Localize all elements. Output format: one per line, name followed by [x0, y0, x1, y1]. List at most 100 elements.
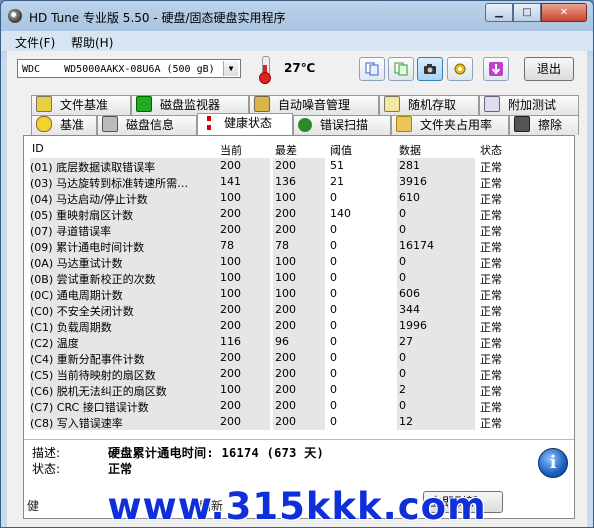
exit-button[interactable]: 退出: [524, 57, 574, 81]
col-header-current[interactable]: 当前: [220, 142, 242, 158]
row-status: 正常: [480, 337, 502, 350]
client-area: WDC WD5000AAKX-08U6A (500 gB) ▼ 27℃ 退出 文…: [7, 51, 587, 527]
row-threshold: 0: [330, 255, 337, 268]
row-threshold: 0: [330, 319, 337, 332]
tab-error-scan[interactable]: 错误扫描: [293, 115, 391, 135]
row-current: 200: [220, 367, 241, 380]
table-row[interactable]: (C0) 不安全关闭计数 200 200 0 344 正常: [24, 302, 574, 318]
tab-erase[interactable]: 擦除: [509, 115, 579, 135]
row-current: 100: [220, 287, 241, 300]
screenshot-button[interactable]: [417, 57, 443, 81]
chevron-down-icon[interactable]: ▼: [223, 61, 238, 76]
table-row[interactable]: (0B) 尝试重新校正的次数 100 100 0 0 正常: [24, 270, 574, 286]
table-row[interactable]: (C7) CRC 接口错误计数 200 200 0 0 正常: [24, 398, 574, 414]
tab-disk-info[interactable]: 磁盘信息: [97, 115, 197, 135]
row-id: (C4) 重新分配事件计数: [30, 353, 145, 366]
table-row[interactable]: (07) 寻道错误率 200 200 0 0 正常: [24, 222, 574, 238]
row-current: 141: [220, 175, 241, 188]
main-window: HD Tune 专业版 5.50 - 硬盘/固态硬盘实用程序 ▁ □ ✕ 文件(…: [0, 0, 594, 528]
row-threshold: 0: [330, 271, 337, 284]
row-status: 正常: [480, 305, 502, 318]
row-threshold: 21: [330, 175, 344, 188]
row-threshold: 0: [330, 223, 337, 236]
tab-aam[interactable]: 自动噪音管理: [249, 95, 379, 115]
table-row[interactable]: (01) 底层数据读取错误率 200 200 51 281 正常: [24, 158, 574, 174]
row-data: 0: [399, 207, 406, 220]
row-data: 610: [399, 191, 420, 204]
row-current: 200: [220, 159, 241, 172]
row-data: 2: [399, 383, 406, 396]
table-row[interactable]: (C2) 温度 116 96 0 27 正常: [24, 334, 574, 350]
row-current: 100: [220, 191, 241, 204]
table-row[interactable]: (C4) 重新分配事件计数 200 200 0 0 正常: [24, 350, 574, 366]
save-button[interactable]: [483, 57, 509, 81]
row-worst: 200: [275, 367, 296, 380]
row-status: 正常: [480, 273, 502, 286]
search-icon: [298, 118, 312, 132]
row-threshold: 0: [330, 303, 337, 316]
table-row[interactable]: (C5) 当前待映射的扇区数 200 200 0 0 正常: [24, 366, 574, 382]
minimize-button[interactable]: ▁: [485, 3, 513, 22]
copy-icon: [365, 62, 379, 76]
smart-table: ID 当前 最差 阈值 数据 状态 (01) 底层数据读取错误率 200 200 51…: [24, 136, 574, 440]
drive-select[interactable]: WDC WD5000AAKX-08U6A (500 gB) ▼: [17, 59, 241, 78]
row-worst: 100: [275, 287, 296, 300]
table-row[interactable]: (C6) 脱机无法纠正的扇区数 100 200 0 2 正常: [24, 382, 574, 398]
row-id: (C1) 负载周期数: [30, 321, 112, 334]
camera-icon: [424, 64, 436, 74]
row-current: 200: [220, 303, 241, 316]
tab-benchmark[interactable]: 基准: [31, 115, 97, 135]
tab-folder-usage[interactable]: 文件夹占用率: [391, 115, 509, 135]
row-status: 正常: [480, 241, 502, 254]
options-button[interactable]: [447, 57, 473, 81]
row-threshold: 0: [330, 367, 337, 380]
folder-icon: [396, 116, 412, 132]
row-data: 1996: [399, 319, 427, 332]
red-cross-icon: [202, 116, 216, 130]
row-threshold: 0: [330, 351, 337, 364]
row-worst: 200: [275, 207, 296, 220]
tab-extra-tests[interactable]: 附加测试: [479, 95, 579, 115]
table-row[interactable]: (0C) 通电周期计数 100 100 0 606 正常: [24, 286, 574, 302]
row-current: 200: [220, 207, 241, 220]
tab-disk-monitor[interactable]: 磁盘监视器: [131, 95, 249, 115]
table-row[interactable]: (0A) 马达重试计数 100 100 0 0 正常: [24, 254, 574, 270]
row-data: 344: [399, 303, 420, 316]
row-id: (C8) 写入错误速率: [30, 417, 123, 430]
row-data: 0: [399, 223, 406, 236]
copy-info-button[interactable]: [359, 57, 385, 81]
tab-health[interactable]: 健康状态: [197, 113, 293, 135]
random-access-icon: [384, 96, 400, 112]
table-row[interactable]: (09) 累计通电时间计数 78 78 0 16174 正常: [24, 238, 574, 254]
row-threshold: 0: [330, 335, 337, 348]
menu-help[interactable]: 帮助(H): [71, 34, 113, 51]
tab-file-benchmark[interactable]: 文件基准: [31, 95, 131, 115]
table-row[interactable]: (05) 重映射扇区计数 200 200 140 0 正常: [24, 206, 574, 222]
copy-all-button[interactable]: [388, 57, 414, 81]
col-header-id[interactable]: ID: [32, 142, 44, 155]
row-threshold: 0: [330, 191, 337, 204]
row-cell-shade: [397, 254, 475, 270]
row-worst: 200: [275, 223, 296, 236]
hd-tune-app-icon: [8, 9, 22, 23]
maximize-button[interactable]: □: [513, 3, 541, 22]
trash-icon: [514, 116, 530, 132]
info-icon[interactable]: i: [538, 448, 568, 478]
col-header-data[interactable]: 数据: [399, 142, 421, 158]
col-header-threshold[interactable]: 阈值: [330, 142, 352, 158]
col-header-worst[interactable]: 最差: [275, 142, 297, 158]
table-row[interactable]: (C8) 写入错误速率 200 200 0 12 正常: [24, 414, 574, 430]
table-row[interactable]: (C1) 负载周期数 200 200 0 1996 正常: [24, 318, 574, 334]
close-button[interactable]: ✕: [541, 3, 587, 22]
table-row[interactable]: (04) 马达启动/停止计数 100 100 0 610 正常: [24, 190, 574, 206]
row-status: 正常: [480, 193, 502, 206]
row-status: 正常: [480, 177, 502, 190]
menu-file[interactable]: 文件(F): [15, 34, 55, 51]
tab-random-access[interactable]: 随机存取: [379, 95, 479, 115]
row-data: 0: [399, 255, 406, 268]
col-header-status[interactable]: 状态: [480, 142, 502, 158]
row-data: 16174: [399, 239, 434, 252]
window-title: HD Tune 专业版 5.50 - 硬盘/固态硬盘实用程序: [29, 11, 286, 25]
row-current: 100: [220, 271, 241, 284]
table-row[interactable]: (03) 马达旋转到标准转速所需… 141 136 21 3916 正常: [24, 174, 574, 190]
